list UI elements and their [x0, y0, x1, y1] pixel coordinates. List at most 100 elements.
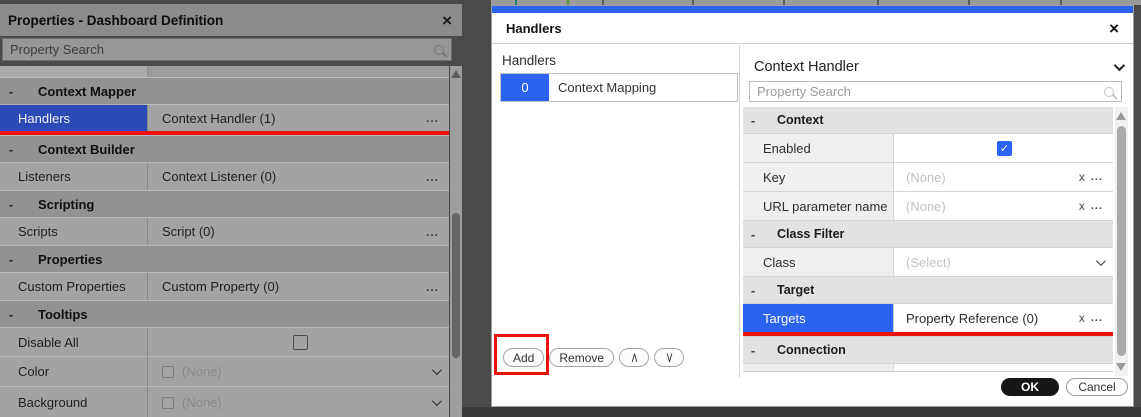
scroll-down-icon[interactable]: [1116, 363, 1126, 371]
section-label: Target: [777, 283, 815, 297]
background-strip: [462, 407, 1141, 417]
row-enabled-name: Enabled: [743, 134, 894, 162]
collapse-icon: -: [750, 226, 756, 242]
clear-button[interactable]: x: [1079, 170, 1091, 184]
disable-all-checkbox[interactable]: [293, 334, 308, 350]
section-label: Tooltips: [38, 306, 88, 322]
section-context-mapper[interactable]: - Context Mapper: [0, 78, 449, 104]
row-color-name: Color: [0, 357, 148, 386]
row-disable-all-name: Disable All: [0, 328, 148, 356]
clear-button[interactable]: x: [1079, 199, 1091, 213]
row-class-value: (Select): [906, 254, 951, 270]
section-tooltips[interactable]: - Tooltips: [0, 301, 449, 327]
chevron-down-icon: [1113, 59, 1126, 72]
row-custom-properties[interactable]: Custom Properties Custom Property (0) ..…: [0, 273, 449, 300]
row-targets-name: Targets: [743, 304, 894, 332]
detail-scrollbar[interactable]: [1115, 107, 1128, 376]
dialog-close-icon[interactable]: ×: [1109, 20, 1119, 37]
ellipsis-button[interactable]: ...: [1091, 171, 1103, 183]
detail-search-placeholder: Property Search: [757, 84, 851, 99]
list-item-label: Context Mapping: [558, 80, 657, 95]
row-class-name: Class: [743, 248, 894, 276]
row-scripts[interactable]: Scripts Script (0) ...: [0, 218, 449, 245]
row-handlers-value: Context Handler (1): [162, 110, 276, 126]
ellipsis-button[interactable]: ...: [1091, 200, 1103, 212]
dialog-title: Handlers: [506, 20, 562, 36]
properties-panel-titlebar: Properties - Dashboard Definition ×: [0, 4, 462, 36]
collapse-icon: -: [8, 141, 14, 157]
row-enabled[interactable]: Enabled ✓: [743, 134, 1113, 162]
collapse-icon: -: [8, 83, 14, 99]
section-label: Context Builder: [38, 141, 135, 157]
collapse-icon: -: [750, 112, 756, 128]
properties-grid: - Context Mapper Handlers Context Handle…: [0, 66, 449, 417]
section-label: Class Filter: [777, 227, 845, 241]
handlers-list-item[interactable]: 0 Context Mapping: [500, 73, 738, 102]
row-url-parameter-value: (None): [906, 198, 946, 214]
scrollbar-thumb[interactable]: [452, 213, 460, 358]
handler-type-selector[interactable]: Context Handler: [754, 56, 1126, 78]
list-button-row: Add Remove /\ \/: [503, 348, 685, 367]
enabled-checkbox[interactable]: ✓: [997, 140, 1012, 156]
row-disable-all[interactable]: Disable All: [0, 328, 449, 356]
section-target[interactable]: - Target: [743, 277, 1113, 303]
annotation-underline-targets: [743, 332, 1113, 336]
move-up-button[interactable]: /\: [619, 348, 650, 367]
list-item-index: 0: [501, 74, 549, 101]
row-custom-properties-value: Custom Property (0): [162, 279, 280, 294]
scroll-up-icon[interactable]: [1116, 112, 1126, 120]
section-class-filter[interactable]: - Class Filter: [743, 221, 1113, 247]
chevron-down-icon[interactable]: [1095, 255, 1106, 266]
collapse-icon: -: [750, 342, 756, 358]
row-handlers[interactable]: Handlers Context Handler (1) ...: [0, 105, 449, 131]
properties-panel-title: Properties - Dashboard Definition: [8, 12, 224, 28]
ellipsis-button[interactable]: ...: [1091, 312, 1103, 324]
color-swatch: [162, 365, 174, 378]
ellipsis-button[interactable]: ...: [426, 111, 439, 125]
scroll-up-icon[interactable]: [451, 70, 461, 78]
handlers-list-header: Handlers: [502, 53, 557, 68]
remove-button[interactable]: Remove: [549, 348, 615, 367]
dialog-divider: [739, 45, 740, 378]
properties-close-icon[interactable]: ×: [442, 12, 452, 29]
screen: Properties - Dashboard Definition × Prop…: [0, 0, 1141, 417]
section-context-builder[interactable]: - Context Builder: [0, 136, 449, 162]
row-targets[interactable]: Targets Property Reference (0) x ...: [743, 304, 1113, 332]
ellipsis-button[interactable]: ...: [426, 280, 439, 294]
handler-type-label: Context Handler: [754, 59, 859, 75]
scrollbar-thumb[interactable]: [1117, 126, 1126, 356]
section-properties[interactable]: - Properties: [0, 246, 449, 272]
row-listeners[interactable]: Listeners Context Listener (0) ...: [0, 163, 449, 190]
ellipsis-button[interactable]: ...: [426, 170, 439, 184]
search-icon: [434, 44, 444, 55]
clear-button[interactable]: x: [1079, 311, 1091, 325]
row-background[interactable]: Background (None): [0, 387, 449, 417]
detail-search-input[interactable]: Property Search: [749, 81, 1122, 102]
row-key[interactable]: Key (None) x ...: [743, 163, 1113, 191]
row-class[interactable]: Class (Select): [743, 248, 1113, 276]
row-background-value: (None): [182, 395, 222, 410]
cancel-button[interactable]: Cancel: [1066, 378, 1128, 396]
section-context[interactable]: - Context: [743, 107, 1113, 133]
section-label: Connection: [777, 343, 846, 357]
move-down-button[interactable]: \/: [654, 348, 685, 367]
row-color[interactable]: Color (None): [0, 357, 449, 386]
ellipsis-button[interactable]: ...: [426, 225, 439, 239]
row-background-name: Background: [0, 387, 148, 417]
property-search-input[interactable]: Property Search: [2, 38, 452, 61]
row-url-parameter-name[interactable]: URL parameter name (None) x ...: [743, 192, 1113, 220]
add-button[interactable]: Add: [503, 348, 545, 367]
section-connection[interactable]: - Connection: [743, 337, 1113, 363]
row-key-value: (None): [906, 169, 946, 185]
dialog-titlebar: Handlers ×: [492, 13, 1133, 44]
chevron-down-icon[interactable]: [431, 396, 442, 407]
row-listeners-name: Listeners: [0, 163, 148, 190]
left-panel-scrollbar[interactable]: [450, 66, 462, 417]
row-scripts-name: Scripts: [0, 218, 148, 245]
ok-button[interactable]: OK: [1001, 378, 1059, 396]
section-scripting[interactable]: - Scripting: [0, 191, 449, 217]
section-label: Context Mapper: [38, 83, 137, 99]
chevron-down-icon[interactable]: [431, 365, 442, 376]
partial-row: [743, 364, 1113, 371]
collapse-icon: -: [8, 251, 14, 267]
